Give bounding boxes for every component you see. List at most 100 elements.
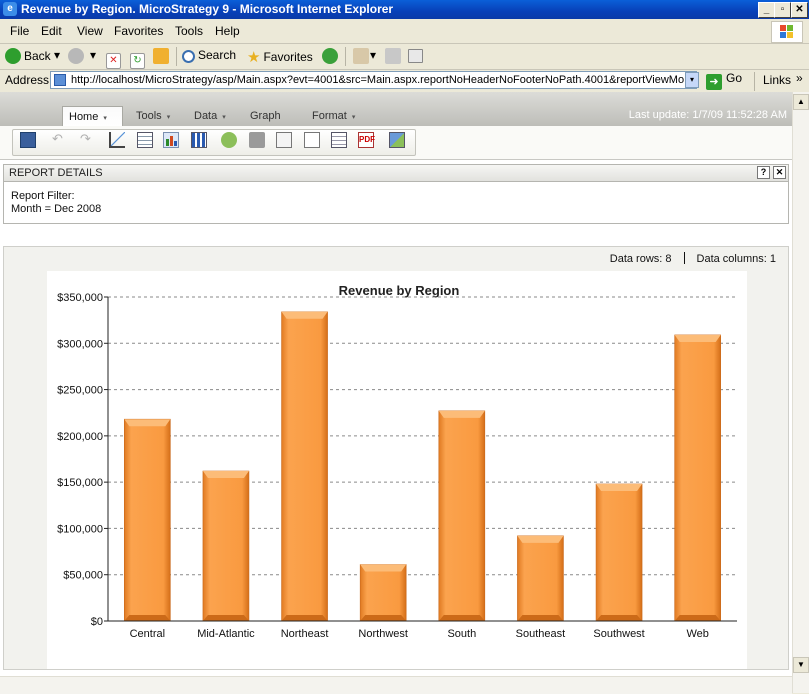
table-icon[interactable] [331,132,347,148]
scroll-up-button[interactable]: ▲ [793,94,809,110]
address-label: Address [5,73,50,87]
close-window-button[interactable]: ✕ [791,2,808,18]
grid-graph-icon[interactable] [191,132,207,148]
bar-body [595,483,643,622]
bar-body [438,410,486,622]
go-label: Go [726,71,743,85]
go-button[interactable]: ➜ Go [706,71,742,90]
tab-data[interactable]: Data ▾ [194,106,226,126]
menu-help[interactable]: Help [215,24,240,38]
back-label: Back [24,49,51,63]
print-button[interactable] [385,48,404,64]
bar-web[interactable] [674,334,721,622]
report-details-header: REPORT DETAILS ? ✕ [3,164,789,182]
home-button[interactable] [153,48,172,64]
bar-body [281,311,328,622]
back-dropdown[interactable]: ▾ [54,48,60,62]
toolbar-separator [176,47,177,66]
edit-button[interactable] [408,48,426,63]
bar-bottom-bevel [281,615,328,621]
search-button[interactable]: Search [182,48,236,63]
go-arrow-icon: ➜ [706,74,722,90]
edit-page-icon [408,49,423,63]
tab-home[interactable]: Home ▾ [62,106,123,126]
bar-bottom-bevel [202,615,249,621]
redo-icon[interactable]: ↷ [80,132,96,148]
bar-northeast[interactable] [281,311,328,622]
report-details-close-button[interactable]: ✕ [773,166,786,179]
back-button[interactable]: Back [5,48,51,64]
report-details-body: Report Filter: Month = Dec 2008 [3,182,789,224]
menu-tools[interactable]: Tools [175,24,203,38]
x-tick-label: Southeast [516,628,566,640]
address-bar: Address http://localhost/MicroStrategy/a… [0,70,809,93]
refresh-report-icon[interactable] [221,132,237,148]
bar-southeast[interactable] [517,535,564,622]
mail-icon [353,48,369,64]
tab-tools[interactable]: Tools ▾ [136,106,170,126]
back-arrow-icon [5,48,21,64]
horizontal-scrollbar[interactable] [0,676,792,694]
menu-favorites[interactable]: Favorites [114,24,163,38]
pdf-icon[interactable]: PDF [358,132,375,148]
x-tick-label: Mid-Atlantic [197,628,255,640]
print-report-icon[interactable] [249,132,265,148]
minimize-button[interactable]: _ [758,2,775,18]
stop-icon: ✕ [106,53,121,69]
address-input[interactable]: http://localhost/MicroStrategy/asp/Main.… [50,71,697,89]
bar-top-bevel [281,311,328,319]
scroll-down-button[interactable]: ▼ [793,657,809,673]
tab-graph-label: Graph [250,110,281,122]
forward-dropdown[interactable]: ▾ [90,48,96,62]
page-icon [54,74,66,86]
address-dropdown-button[interactable]: ▾ [685,72,699,88]
menu-edit[interactable]: Edit [41,24,62,38]
y-tick-label: $300,000 [57,338,103,350]
report-details-help-button[interactable]: ? [757,166,770,179]
data-info-separator [683,252,685,264]
stop-button[interactable]: ✕ [106,48,124,69]
bar-body [517,535,564,622]
tab-format-label: Format [312,110,347,122]
bar-top-bevel [596,483,643,491]
x-tick-label: Northwest [358,628,408,640]
bar-bottom-bevel [124,615,171,621]
links-more-chevron-icon[interactable]: » [796,71,803,85]
report-details-title: REPORT DETAILS [9,167,103,179]
toolbar-separator [345,47,346,66]
media-button[interactable] [322,48,341,64]
maximize-button[interactable]: ▫ [774,2,791,18]
undo-icon[interactable]: ↶ [52,132,68,148]
refresh-button[interactable]: ↻ [130,48,148,69]
chart-panel: Revenue by Region $0 $50,000 $100,000 $150,… [47,271,747,669]
forward-button[interactable] [68,48,87,64]
bar-central[interactable] [124,418,171,622]
save-icon[interactable] [20,132,36,148]
page-view-icon[interactable] [304,132,320,148]
tab-data-dropdown-icon: ▾ [222,114,226,121]
vertical-scrollbar[interactable]: ▲ ▼ [792,92,809,693]
x-tick-label: Web [686,628,708,640]
favorites-button[interactable]: ★ Favorites [247,48,313,66]
export-icon[interactable] [276,132,292,148]
design-mode-icon[interactable] [109,132,125,148]
bar-mid-atlantic[interactable] [202,470,250,622]
menu-file[interactable]: File [10,24,29,38]
graph-view-icon[interactable] [163,132,179,148]
bar-northwest[interactable] [359,564,407,622]
subscribe-icon[interactable] [389,132,405,148]
bar-southwest[interactable] [595,483,643,622]
bar-south[interactable] [438,410,486,622]
bar-top-bevel [517,535,564,543]
links-label[interactable]: Links [763,73,791,87]
report-grid-area: Data rows: 8 Data columns: 1 Revenue by R… [3,246,789,670]
tab-graph[interactable]: Graph [250,106,281,126]
menu-view[interactable]: View [77,24,103,38]
tab-format[interactable]: Format ▾ [312,106,355,126]
bar-bottom-bevel [596,615,643,621]
tab-data-label: Data [194,110,218,122]
bar-top-bevel [438,410,485,418]
grid-view-icon[interactable] [137,132,153,148]
y-tick-label: $350,000 [57,292,103,304]
mail-dropdown[interactable]: ▾ [370,48,376,62]
